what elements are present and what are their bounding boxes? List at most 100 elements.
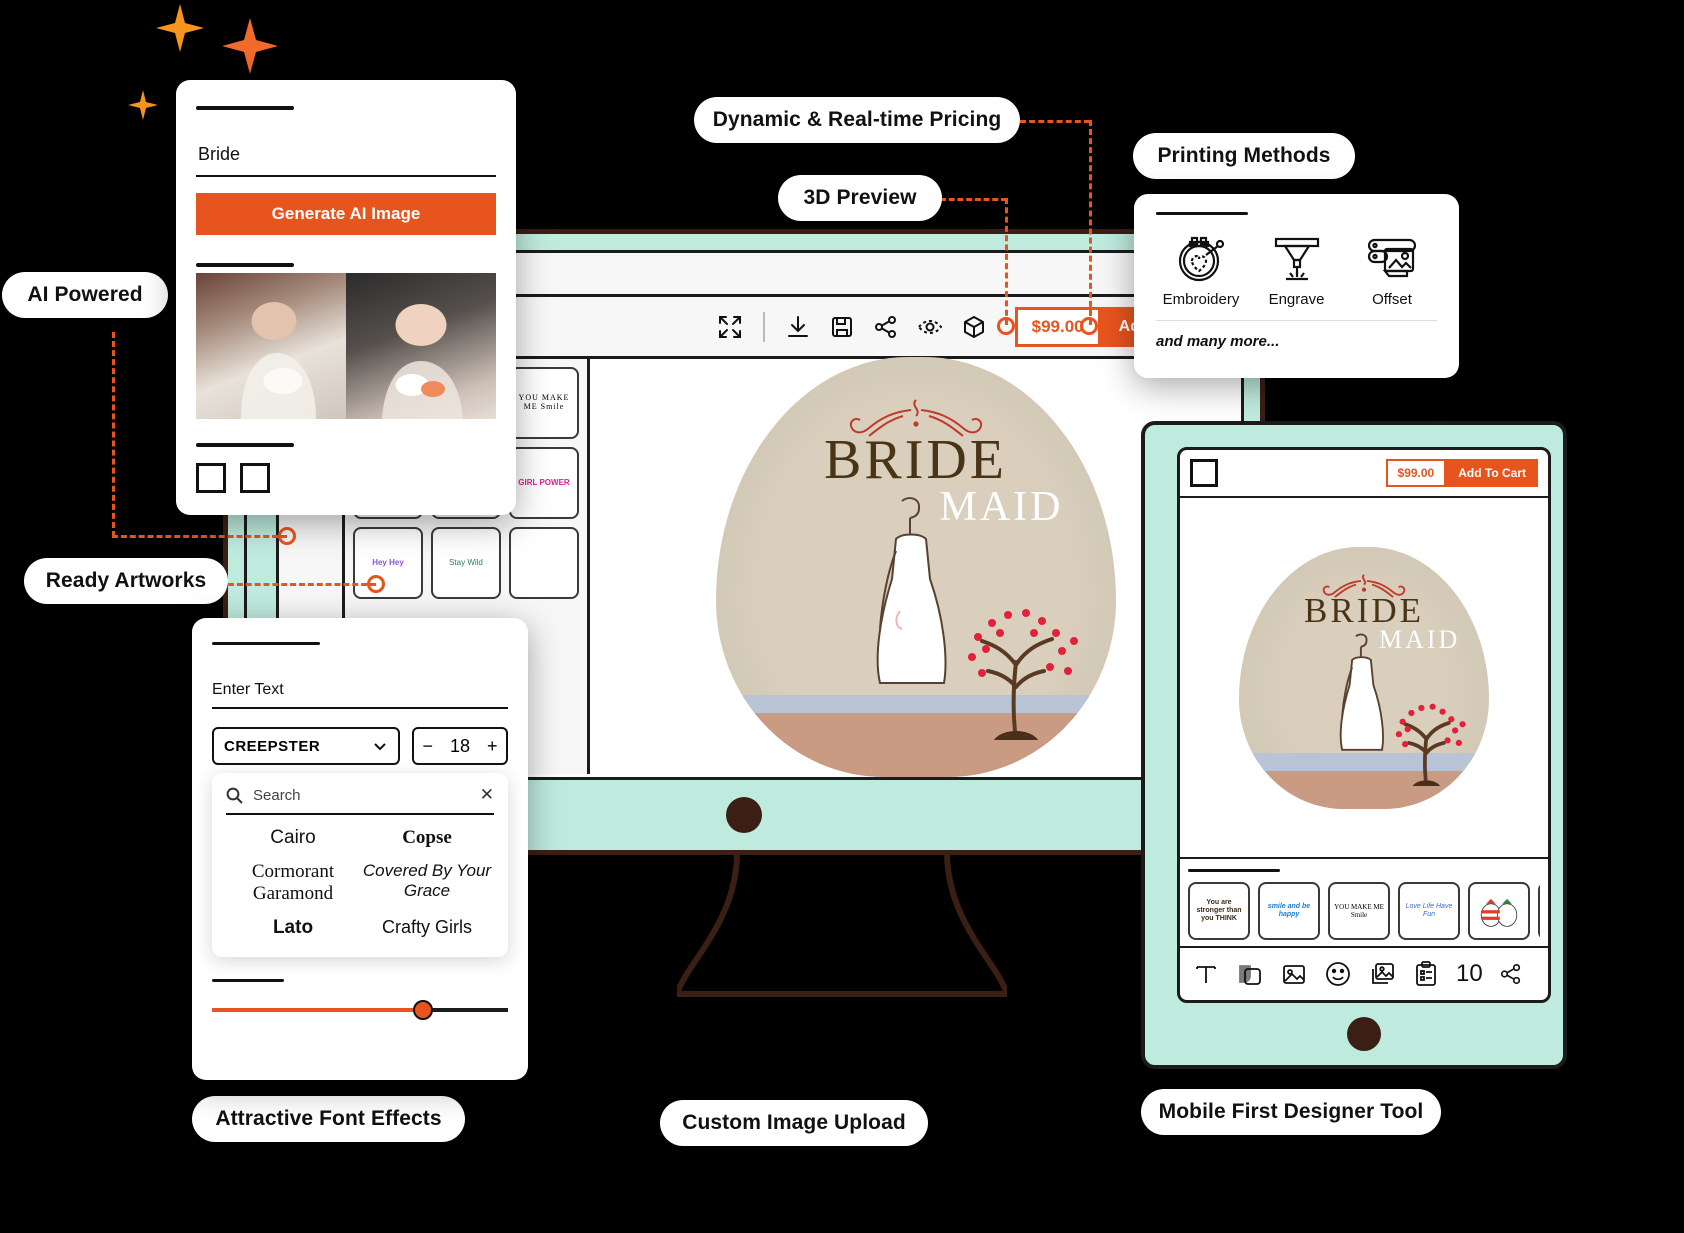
download-icon[interactable] (781, 310, 815, 344)
preview-eye-icon[interactable] (913, 310, 947, 344)
panel-rule-2 (212, 979, 284, 982)
panel-rule (1156, 212, 1248, 215)
printing-method-offset[interactable]: Offset (1347, 229, 1437, 308)
search-icon (226, 787, 243, 804)
font-option[interactable]: Crafty Girls (360, 917, 494, 939)
callout-dynamic-pricing: Dynamic & Real-time Pricing (694, 97, 1020, 143)
mobile-thumb-row[interactable]: You are stronger than you THINK smile an… (1188, 882, 1540, 940)
toolbar-divider (763, 312, 765, 342)
callout-font-effects: Attractive Font Effects (192, 1096, 465, 1142)
promo-composition: $99.00 Add To Cart AI Love Life Have (0, 0, 1684, 1233)
ai-result-image-2[interactable] (346, 273, 496, 419)
font-effect-slider[interactable] (212, 1000, 508, 1020)
shapes-tool-icon[interactable] (1236, 960, 1264, 988)
share-icon[interactable] (869, 310, 903, 344)
connector-dot-artworks (367, 575, 385, 593)
font-size-decrement[interactable]: − (422, 736, 433, 757)
font-dropdown: Search ✕ Cairo Copse Cormorant Garamond … (212, 773, 508, 957)
mobile-canvas[interactable]: BRIDE MAID (1180, 498, 1548, 857)
font-option[interactable]: Covered By Your Grace (360, 861, 494, 905)
printing-method-engrave[interactable]: Engrave (1252, 229, 1342, 308)
fullscreen-icon[interactable] (713, 310, 747, 344)
cube-3d-icon[interactable] (957, 310, 991, 344)
artwork-thumb[interactable]: Hey Hey (353, 527, 423, 599)
panel-rule (212, 642, 320, 645)
panel-rule-3 (196, 443, 294, 447)
mobile-screen: $99.00 Add To Cart BRIDE MAID (1177, 447, 1551, 1003)
mobile-home-button[interactable] (1347, 1017, 1381, 1051)
clear-search-icon[interactable]: ✕ (480, 785, 494, 805)
ai-prompt-input[interactable]: Bride (196, 136, 496, 177)
enter-text-input[interactable]: Enter Text (212, 671, 508, 709)
artwork-thumb[interactable]: YOU MAKE ME Smile (509, 367, 579, 439)
connector-dot-pricing (1080, 317, 1098, 335)
gallery-tool-icon[interactable] (1368, 960, 1396, 988)
callout-printing-methods: Printing Methods (1133, 133, 1355, 179)
font-option[interactable]: Copse (360, 827, 494, 849)
font-size-stepper[interactable]: − 18 + (412, 727, 508, 765)
share-tool-icon[interactable] (1499, 962, 1523, 986)
product-preview: BRIDE MAID (716, 357, 1116, 777)
ai-generator-panel: Bride Generate AI Image (176, 80, 516, 515)
clipboard-tool-icon[interactable] (1412, 960, 1440, 988)
mobile-artwork-thumb[interactable]: GIRL POWER (1538, 882, 1540, 940)
emoji-tool-icon[interactable] (1324, 960, 1352, 988)
mobile-add-to-cart-button[interactable]: Add To Cart (1446, 459, 1538, 487)
font-size-increment[interactable]: + (487, 736, 498, 757)
mobile-artwork-thumb[interactable]: Love Life Have Fun (1398, 882, 1460, 940)
mobile-artwork-thumb[interactable]: You are stronger than you THINK (1188, 882, 1250, 940)
mobile-menu-box[interactable] (1190, 459, 1218, 487)
callout-3d-preview: 3D Preview (778, 175, 942, 221)
ai-results (196, 273, 496, 419)
panel-rule-2 (196, 263, 294, 267)
printing-method-label: Offset (1372, 291, 1412, 308)
font-search-input[interactable]: Search (253, 787, 470, 804)
save-icon[interactable] (825, 310, 859, 344)
slider-track-filled (212, 1008, 419, 1012)
slider-handle[interactable] (413, 1000, 433, 1020)
connector-3d-v (1005, 198, 1008, 325)
printing-methods-footnote: and many more... (1156, 320, 1437, 350)
font-family-value: CREEPSTER (224, 738, 320, 755)
artwork-thumb[interactable]: Stay Wild (431, 527, 501, 599)
mobile-price-cart-group: $99.00 Add To Cart (1386, 459, 1538, 487)
font-option[interactable]: Cairo (226, 827, 360, 849)
connector-dot-3d (997, 317, 1015, 335)
mobile-product-preview: BRIDE MAID (1239, 547, 1489, 809)
ai-option-swatch-2[interactable] (240, 463, 270, 493)
sparkle-icon-2 (218, 14, 282, 78)
mobile-artwork-thumb[interactable]: smile and be happy (1258, 882, 1320, 940)
monitor-power-knob (726, 797, 762, 833)
font-option[interactable]: Lato (226, 917, 360, 939)
offset-press-icon (1363, 229, 1421, 287)
connector-pricing-v (1089, 120, 1092, 325)
mobile-artwork-thumb[interactable] (1468, 882, 1530, 940)
printing-method-embroidery[interactable]: Embroidery (1156, 229, 1246, 308)
callout-custom-image-upload: Custom Image Upload (660, 1100, 928, 1146)
sparkle-icon-1 (152, 0, 208, 56)
mobile-price-display: $99.00 (1386, 459, 1447, 487)
blossom-tree (942, 575, 1092, 740)
ai-option-swatch-1[interactable] (196, 463, 226, 493)
connector-3d-h (940, 198, 1007, 201)
font-list: Cairo Copse Cormorant Garamond Covered B… (226, 827, 494, 939)
callout-mobile-first: Mobile First Designer Tool (1141, 1089, 1441, 1135)
mobile-topbar: $99.00 Add To Cart (1180, 450, 1548, 498)
connector-ai-h (112, 535, 287, 538)
connector-dot-ai (278, 527, 296, 545)
image-tool-icon[interactable] (1280, 960, 1308, 988)
callout-ready-artworks: Ready Artworks (24, 558, 228, 604)
printing-methods-panel: Embroidery Engrave Of (1134, 194, 1459, 378)
mobile-blossom-tree (1380, 683, 1474, 786)
ai-result-image-1[interactable] (196, 273, 346, 419)
artwork-thumb[interactable]: GIRL POWER (509, 447, 579, 519)
mobile-artwork-thumb[interactable]: YOU MAKE ME Smile (1328, 882, 1390, 940)
artwork-thumb[interactable] (509, 527, 579, 599)
font-option[interactable]: Cormorant Garamond (226, 861, 360, 905)
mobile-footer (1177, 1003, 1551, 1065)
mobile-layer-count: 10 (1456, 960, 1483, 988)
connector-artworks-h (228, 583, 376, 586)
generate-ai-image-button[interactable]: Generate AI Image (196, 193, 496, 235)
text-tool-icon[interactable] (1192, 960, 1220, 988)
font-family-select[interactable]: CREEPSTER (212, 727, 400, 765)
